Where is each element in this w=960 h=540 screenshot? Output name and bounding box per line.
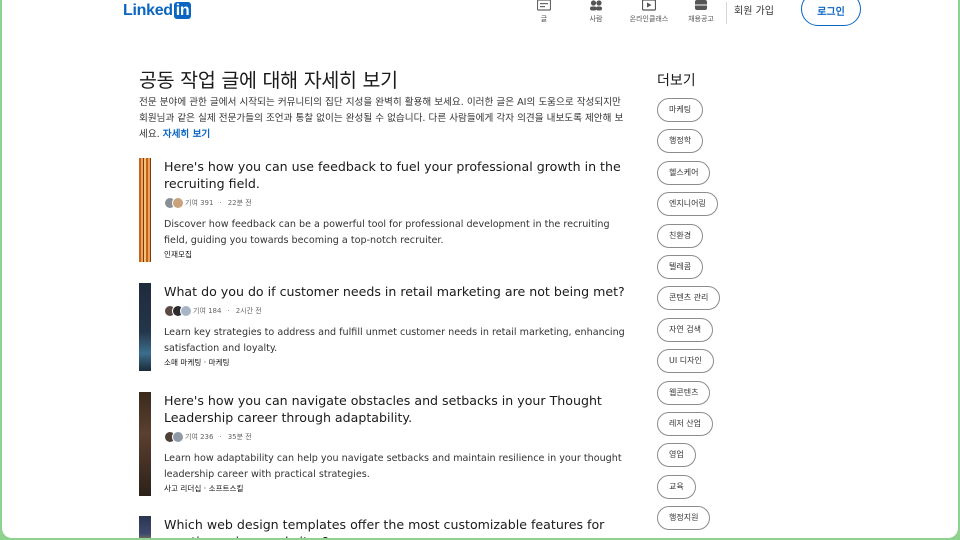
article-thumbnail <box>139 283 151 371</box>
nav-label: 온라인클래스 <box>629 15 669 23</box>
briefcase-icon <box>695 0 707 10</box>
nav-learning[interactable]: 온라인클래스 <box>621 0 677 24</box>
article-title[interactable]: Which web design templates offer the mos… <box>164 516 626 538</box>
article-description: Learn key strategies to address and fulf… <box>164 327 625 354</box>
topic-chip[interactable]: 친환경 <box>657 223 704 248</box>
article-thumbnail <box>139 392 151 496</box>
article-meta: 기여 184 · 2시간 전 <box>164 305 626 317</box>
article-thumbnail <box>139 516 151 538</box>
topic-chip[interactable]: 교육 <box>657 474 696 499</box>
article-tags[interactable]: 인재모집 <box>164 249 626 260</box>
contribution-count: 기여 184 <box>193 307 222 315</box>
article-tags[interactable]: 소매 마케팅 · 마케팅 <box>164 357 626 368</box>
intro-text: 전문 분야에 관한 글에서 시작되는 커뮤니티의 집단 지성을 완벽히 활용해 … <box>139 95 624 143</box>
topic-chip[interactable]: UI 디자인 <box>657 349 714 374</box>
contribution-count: 기여 236 <box>185 433 214 441</box>
contribution-count: 기여 391 <box>185 199 214 207</box>
article-description: Discover how feedback can be a powerful … <box>164 219 610 246</box>
join-link[interactable]: 회원 가입 <box>734 2 774 17</box>
article-time: 22분 전 <box>227 199 252 207</box>
article-card[interactable]: Which web design templates offer the mos… <box>139 516 629 538</box>
article-description: Learn how adaptability can help you navi… <box>164 453 622 480</box>
avatar <box>172 197 184 209</box>
article-card[interactable]: What do you do if customer needs in reta… <box>139 283 629 371</box>
article-title[interactable]: Here's how you can use feedback to fuel … <box>164 158 626 192</box>
article-card[interactable]: Here's how you can navigate obstacles an… <box>139 392 629 496</box>
signin-button[interactable]: 로그인 <box>801 0 861 26</box>
article-meta: 기여 236 · 35분 전 <box>164 431 626 443</box>
topic-chip[interactable]: 헬스케어 <box>657 160 711 185</box>
topic-chip[interactable]: 콘텐츠 관리 <box>657 286 721 311</box>
article-title[interactable]: Here's how you can navigate obstacles an… <box>164 392 626 426</box>
contributor-avatars <box>164 431 184 443</box>
topic-chip[interactable]: 자연 검색 <box>657 317 713 342</box>
article-card[interactable]: Here's how you can use feedback to fuel … <box>139 158 629 262</box>
nav-label: 사람 <box>589 15 603 23</box>
nav-label: 글 <box>540 15 548 23</box>
topic-chip[interactable]: 행정지원 <box>657 506 711 531</box>
learn-more-link[interactable]: 자세히 보기 <box>163 129 210 140</box>
article-title[interactable]: What do you do if customer needs in reta… <box>164 283 626 300</box>
logo-text: Linked <box>123 1 173 19</box>
topic-chip[interactable]: 엔지니어링 <box>657 192 718 217</box>
linkedin-logo[interactable]: Linked in <box>123 1 192 20</box>
avatar <box>172 431 184 443</box>
nav-label: 채용공고 <box>688 15 714 23</box>
topic-chip[interactable]: 웹콘텐츠 <box>657 380 711 405</box>
avatar <box>180 305 192 317</box>
page-title: 공동 작업 글에 대해 자세히 보기 <box>139 69 398 92</box>
article-icon <box>537 0 551 11</box>
intro-body: 전문 분야에 관한 글에서 시작되는 커뮤니티의 집단 지성을 완벽히 활용해 … <box>139 97 624 140</box>
nav-articles[interactable]: 글 <box>516 0 572 24</box>
people-icon <box>590 0 602 11</box>
header-divider <box>726 2 727 24</box>
article-time: 2시간 전 <box>235 307 262 315</box>
page-frame: Linked in 글 사람 온라인클래스 채용공고 회원 가입 로그인 공동 작… <box>2 0 958 538</box>
topic-chip[interactable]: 레저 산업 <box>657 412 713 436</box>
topic-chip[interactable]: 텔레콤 <box>657 255 704 279</box>
topic-chip[interactable]: 마케팅 <box>657 98 704 122</box>
contributor-avatars <box>164 197 184 209</box>
more-topics-title: 더보기 <box>657 73 696 89</box>
article-time: 35분 전 <box>227 433 252 441</box>
nav-jobs[interactable]: 채용공고 <box>673 0 729 24</box>
logo-in-badge: in <box>173 2 192 19</box>
video-icon <box>642 0 656 11</box>
article-tags[interactable]: 사고 리더십 · 소프트스킬 <box>164 483 626 494</box>
article-meta: 기여 391 · 22분 전 <box>164 197 626 209</box>
nav-people[interactable]: 사람 <box>568 0 624 24</box>
topic-chip[interactable]: 영업 <box>657 443 696 468</box>
article-thumbnail <box>139 158 151 262</box>
topic-chip[interactable]: 행정학 <box>657 129 704 154</box>
contributor-avatars <box>164 305 192 317</box>
